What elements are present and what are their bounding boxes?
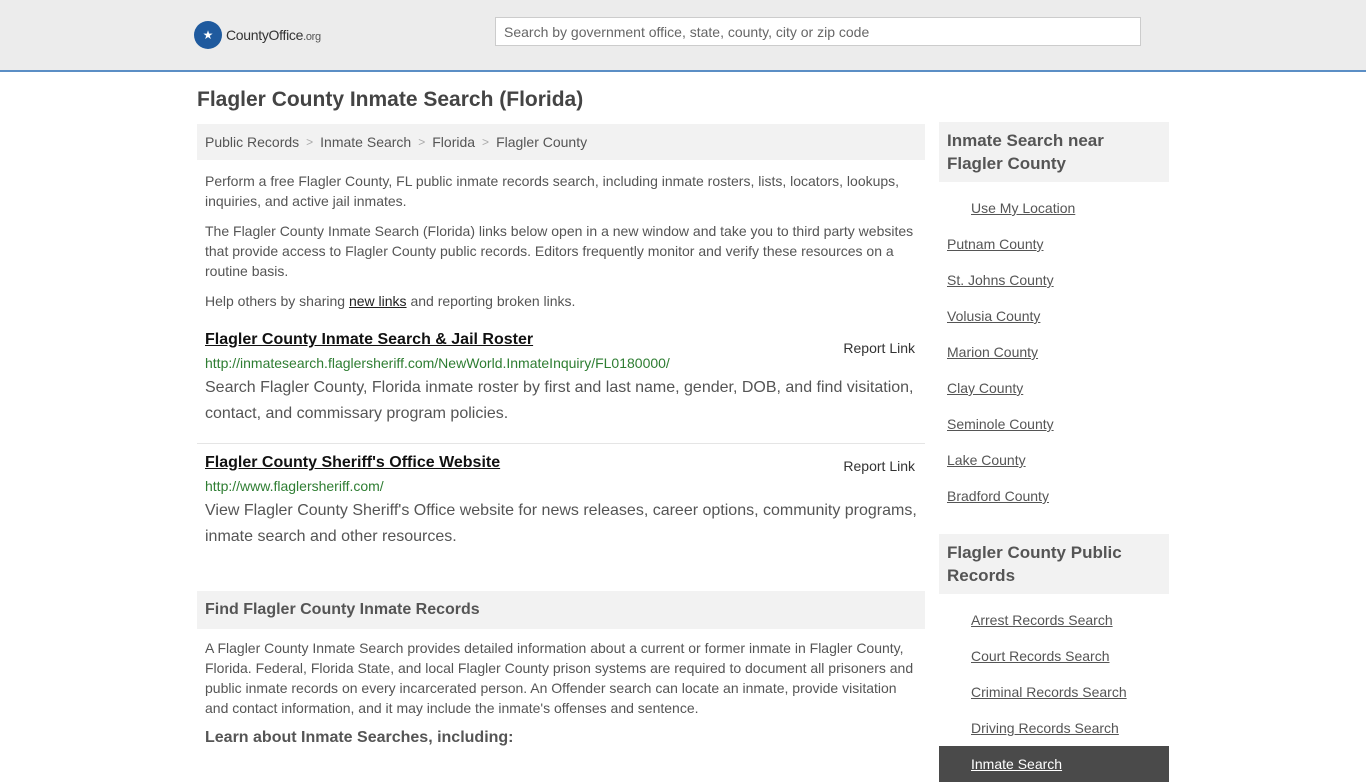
- breadcrumb-public-records[interactable]: Public Records: [205, 134, 299, 150]
- nearby-item: Bradford County: [939, 478, 1169, 514]
- records-item: Arrest Records Search: [939, 602, 1169, 638]
- report-link-button[interactable]: Report Link: [843, 340, 915, 356]
- result-title-link[interactable]: Flagler County Sheriff's Office Website: [205, 454, 500, 472]
- result-item: Flagler County Inmate Search & Jail Rost…: [197, 331, 925, 443]
- nearby-county-link[interactable]: Clay County: [947, 380, 1023, 396]
- learn-heading: Learn about Inmate Searches, including:: [205, 729, 514, 746]
- breadcrumb-separator: >: [482, 135, 490, 149]
- page-title: Flagler County Inmate Search (Florida): [197, 88, 584, 111]
- result-description: Search Flagler County, Florida inmate ro…: [205, 379, 914, 422]
- nearby-item: Putnam County: [939, 226, 1169, 262]
- find-records-body: A Flagler County Inmate Search provides …: [197, 638, 925, 748]
- nearby-county-link[interactable]: Seminole County: [947, 416, 1054, 432]
- nearby-county-link[interactable]: St. Johns County: [947, 272, 1054, 288]
- public-records-list: Arrest Records Search Court Records Sear…: [939, 602, 1169, 782]
- breadcrumb-inmate-search[interactable]: Inmate Search: [320, 134, 411, 150]
- court-records-link[interactable]: Court Records Search: [971, 648, 1110, 664]
- nearby-county-link[interactable]: Putnam County: [947, 236, 1044, 252]
- site-header: ★ CountyOffice.org: [0, 0, 1366, 72]
- report-link-button[interactable]: Report Link: [843, 458, 915, 474]
- breadcrumb-separator: >: [418, 135, 426, 149]
- result-description: View Flagler County Sheriff's Office web…: [205, 502, 917, 545]
- breadcrumb: Public Records > Inmate Search > Florida…: [197, 124, 925, 160]
- eagle-seal-icon: ★: [194, 21, 222, 49]
- search-input[interactable]: [495, 17, 1141, 46]
- result-title-link[interactable]: Flagler County Inmate Search & Jail Rost…: [205, 331, 533, 349]
- intro-paragraph-2: The Flagler County Inmate Search (Florid…: [205, 223, 914, 279]
- breadcrumb-florida[interactable]: Florida: [432, 134, 475, 150]
- nearby-list: Use My Location Putnam County St. Johns …: [939, 190, 1169, 514]
- use-my-location-link[interactable]: Use My Location: [971, 200, 1075, 216]
- nearby-county-link[interactable]: Bradford County: [947, 488, 1049, 504]
- intro-paragraph-3: Help others by sharing new links and rep…: [205, 293, 576, 309]
- new-links-link[interactable]: new links: [349, 293, 407, 309]
- site-logo[interactable]: ★ CountyOffice.org: [194, 21, 321, 49]
- intro-paragraph-1: Perform a free Flagler County, FL public…: [205, 173, 900, 209]
- intro-text: Perform a free Flagler County, FL public…: [197, 171, 925, 311]
- driving-records-link[interactable]: Driving Records Search: [971, 720, 1119, 736]
- find-records-heading: Find Flagler County Inmate Records: [197, 591, 925, 629]
- public-records-heading: Flagler County Public Records: [939, 534, 1169, 594]
- result-url: http://inmatesearch.flaglersheriff.com/N…: [205, 355, 670, 371]
- nearby-item: Use My Location: [939, 190, 1169, 226]
- nearby-item: St. Johns County: [939, 262, 1169, 298]
- nearby-county-link[interactable]: Volusia County: [947, 308, 1040, 324]
- nearby-item: Seminole County: [939, 406, 1169, 442]
- records-item: Court Records Search: [939, 638, 1169, 674]
- breadcrumb-flagler-county[interactable]: Flagler County: [496, 134, 587, 150]
- nearby-county-link[interactable]: Lake County: [947, 452, 1026, 468]
- logo-text: CountyOffice.org: [226, 27, 321, 43]
- nearby-item: Clay County: [939, 370, 1169, 406]
- result-url: http://www.flaglersheriff.com/: [205, 478, 384, 494]
- result-item: Flagler County Sheriff's Office Website …: [197, 443, 925, 555]
- records-item-active: Inmate Search: [939, 746, 1169, 782]
- nearby-item: Marion County: [939, 334, 1169, 370]
- find-records-paragraph: A Flagler County Inmate Search provides …: [205, 640, 914, 716]
- arrest-records-link[interactable]: Arrest Records Search: [971, 612, 1113, 628]
- nearby-item: Lake County: [939, 442, 1169, 478]
- records-item: Driving Records Search: [939, 710, 1169, 746]
- breadcrumb-separator: >: [306, 135, 314, 149]
- nearby-county-link[interactable]: Marion County: [947, 344, 1038, 360]
- main-content: Public Records > Inmate Search > Florida…: [197, 124, 925, 748]
- sidebar: Inmate Search near Flagler County Use My…: [939, 122, 1169, 782]
- criminal-records-link[interactable]: Criminal Records Search: [971, 684, 1127, 700]
- nearby-item: Volusia County: [939, 298, 1169, 334]
- records-item: Criminal Records Search: [939, 674, 1169, 710]
- nearby-heading: Inmate Search near Flagler County: [939, 122, 1169, 182]
- inmate-search-link[interactable]: Inmate Search: [971, 756, 1062, 772]
